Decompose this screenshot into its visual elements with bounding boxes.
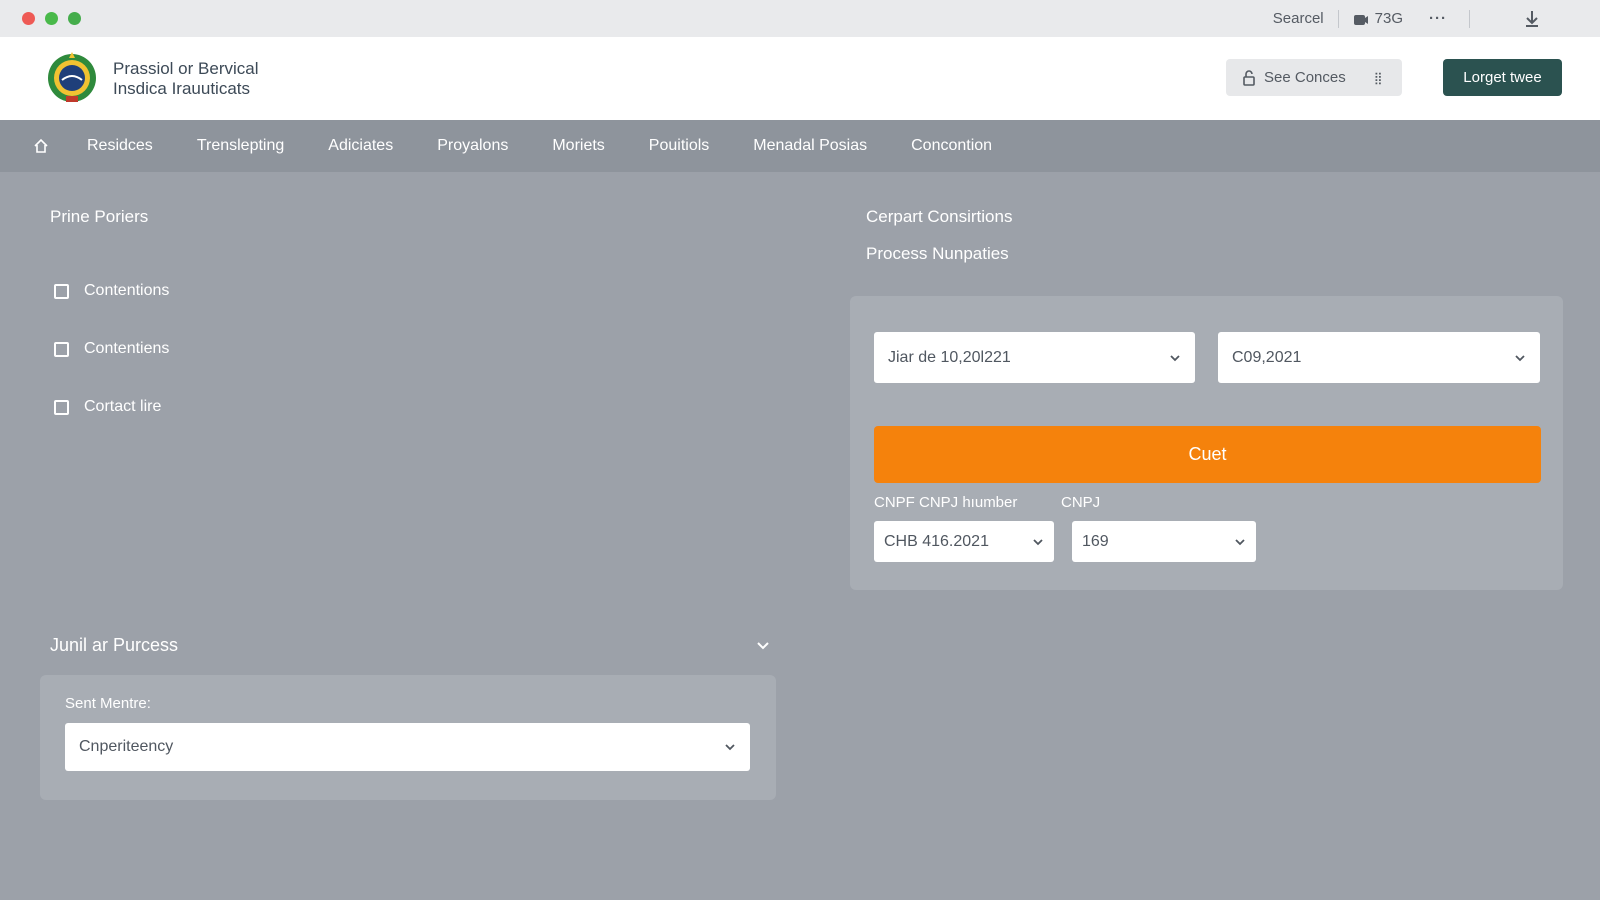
sent-mentre-select[interactable]: Cnperiteency (65, 723, 750, 771)
nav-item-proyalons[interactable]: Proyalons (415, 137, 530, 155)
nav-item-residces[interactable]: Residces (65, 137, 175, 155)
nav-items: Residces Trenslepting Adiciates Proyalon… (65, 137, 1014, 155)
sent-mentre-value: Cnperiteency (79, 738, 174, 755)
more-options-button[interactable]: ··· (1429, 10, 1447, 27)
org-name-line1: Prassiol or Bervical (113, 59, 259, 78)
checkbox-row[interactable]: Contentiens (54, 340, 169, 358)
right-section-subtitle: Process Nunpaties (866, 244, 1009, 263)
checkbox[interactable] (54, 283, 69, 299)
cnpf-value: CHB 416.2021 (884, 532, 989, 550)
checkbox[interactable] (54, 341, 69, 357)
checkbox-label: Cortact lire (84, 398, 162, 415)
query-button[interactable]: Cuet (874, 426, 1541, 483)
camera-label: 73G (1374, 10, 1403, 27)
start-date-select[interactable]: Jiar de 10,20l221 (874, 332, 1195, 383)
cnpf-label: CNPF CNPJ hıumber (874, 494, 1018, 511)
nav-item-menadal-posias[interactable]: Menadal Posias (731, 137, 889, 155)
checkbox-label: Contentiens (84, 340, 170, 357)
nav-item-adiciates[interactable]: Adiciates (306, 137, 415, 155)
cnpf-select[interactable]: CHB 416.2021 (874, 521, 1054, 562)
chevron-down-icon (1033, 538, 1043, 545)
os-titlebar: Searcel 73G ··· (0, 0, 1600, 37)
see-concepts-label: See Conces (1264, 69, 1346, 86)
titlebar-search[interactable]: Searcel (1273, 10, 1324, 27)
cnpj-value: 169 (1082, 532, 1109, 550)
left-section-title: Prine Poriers (50, 207, 149, 226)
camera-icon (1353, 14, 1368, 25)
divider (1337, 9, 1339, 28)
organization-name: Prassiol or Bervical Insdica Irauuticats (113, 59, 259, 99)
end-date-value: C09,2021 (1232, 348, 1302, 366)
maximize-window-button[interactable] (68, 12, 81, 25)
nav-item-trenslepting[interactable]: Trenslepting (175, 137, 306, 155)
sent-mentre-label: Sent Mentre: (65, 695, 151, 712)
checkbox[interactable] (54, 399, 69, 415)
chevron-down-icon (725, 744, 735, 751)
chevron-down-icon (757, 642, 769, 650)
chevron-down-icon (1515, 354, 1525, 361)
checkbox-row[interactable]: Contentions (54, 282, 169, 300)
titlebar-tools: Searcel 73G ··· (1273, 0, 1540, 37)
divider (1469, 9, 1470, 28)
window-controls (22, 12, 81, 25)
home-icon[interactable] (33, 138, 49, 154)
chevron-down-icon (1235, 538, 1245, 545)
nav-item-pouitiols[interactable]: Pouitiols (627, 137, 731, 155)
checkbox-label: Contentions (84, 282, 170, 299)
download-icon[interactable] (1524, 10, 1540, 28)
junil-section-title: Junil ar Purcess (50, 635, 179, 655)
main-nav: Residces Trenslepting Adiciates Proyalon… (0, 120, 1600, 172)
coat-of-arms-logo (48, 52, 96, 102)
cnpj-select[interactable]: 169 (1072, 521, 1256, 562)
grid-icon: ⣿ (1373, 70, 1383, 85)
app-header: Prassiol or Bervical Insdica Irauuticats… (0, 37, 1600, 120)
titlebar-camera[interactable]: 73G (1353, 10, 1403, 27)
cnpj-label: CNPJ (1061, 494, 1101, 511)
checkbox-row[interactable]: Cortact lire (54, 398, 161, 416)
end-date-select[interactable]: C09,2021 (1218, 332, 1540, 383)
nav-item-moriets[interactable]: Moriets (530, 137, 626, 155)
right-section-title: Cerpart Consirtions (866, 207, 1013, 226)
org-name-line2: Insdica Irauuticats (113, 79, 251, 98)
chevron-down-icon (1170, 354, 1180, 361)
minimize-window-button[interactable] (45, 12, 58, 25)
lock-icon (1243, 69, 1255, 86)
nav-item-concontion[interactable]: Concontion (889, 137, 1014, 155)
login-button[interactable]: Lorget twee (1443, 59, 1562, 96)
junil-section-header[interactable]: Junil ar Purcess (50, 635, 770, 656)
start-date-value: Jiar de 10,20l221 (888, 348, 1011, 366)
see-concepts-button[interactable]: See Conces ⣿ (1226, 59, 1402, 96)
close-window-button[interactable] (22, 12, 35, 25)
